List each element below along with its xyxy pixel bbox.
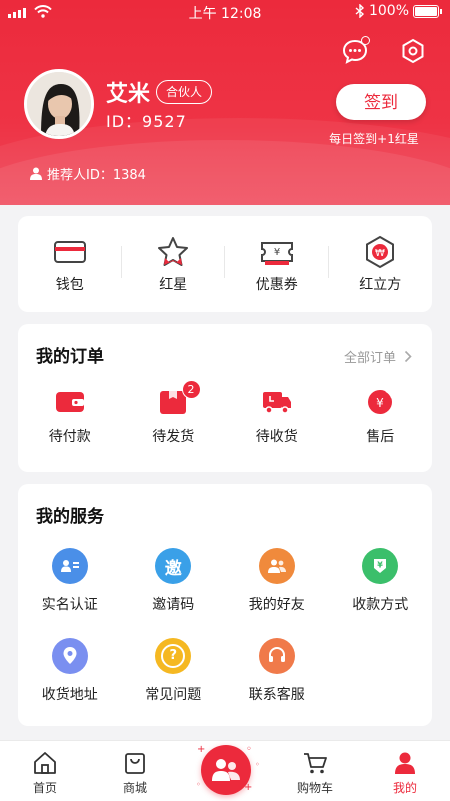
- wallet-pay-icon: [55, 392, 84, 412]
- service-invite-code[interactable]: 邀 邀请码: [122, 548, 226, 614]
- service-label: 收款方式: [352, 597, 409, 613]
- message-button[interactable]: [340, 36, 370, 66]
- svg-text:₩: ₩: [375, 248, 385, 259]
- sparkle-icon: ◦: [255, 760, 260, 769]
- after-sales-icon: ¥: [368, 390, 394, 414]
- user-name: 艾米: [106, 82, 151, 107]
- tab-mine[interactable]: 我的: [360, 741, 450, 801]
- wallet-icon: [53, 241, 86, 263]
- avatar[interactable]: [24, 69, 94, 139]
- checkin-note: 每日签到+1红星: [329, 132, 419, 146]
- battery-percent: 100%: [368, 3, 409, 19]
- tab-label: 商城: [122, 781, 147, 795]
- tab-home[interactable]: 首页: [0, 741, 90, 801]
- user-icon: [395, 752, 415, 774]
- order-pending-receipt[interactable]: 待收货: [225, 388, 329, 446]
- service-real-name[interactable]: 实名认证: [18, 548, 122, 614]
- service-label: 常见问题: [145, 687, 202, 703]
- avatar-photo: [27, 72, 91, 136]
- order-label: 待付款: [48, 429, 91, 445]
- invite-icon: 邀: [155, 548, 192, 584]
- orders-title: 我的订单: [36, 347, 104, 367]
- service-label: 联系客服: [248, 687, 305, 703]
- wallet-item-star[interactable]: 红星: [122, 216, 225, 312]
- shop-bag-icon: [125, 753, 145, 774]
- coupon-icon: ¥: [260, 242, 293, 265]
- order-pending-shipment[interactable]: 2 待发货: [122, 380, 226, 446]
- svg-text:¥: ¥: [274, 247, 280, 258]
- tab-label: 首页: [32, 781, 57, 795]
- service-label: 邀请码: [152, 597, 195, 613]
- coupon-label: 优惠券: [255, 277, 298, 293]
- svg-text:¥: ¥: [377, 561, 383, 570]
- id-card-icon: [51, 548, 88, 584]
- notification-dot: [361, 36, 370, 45]
- settings-button[interactable]: [398, 36, 428, 66]
- wallet-card: 钱包 红星 ¥ 优惠券 ₩ 红立方: [18, 216, 432, 312]
- cube-icon: ₩: [366, 235, 395, 269]
- svg-text:¥: ¥: [376, 396, 384, 410]
- service-address[interactable]: 收货地址: [18, 638, 122, 704]
- location-icon: [51, 638, 88, 674]
- question-icon: ?: [155, 638, 192, 674]
- status-right: 100%: [355, 3, 442, 19]
- referrer-info: 推荐人ID：1384: [30, 164, 146, 183]
- status-bar: 上午 12:08 100%: [0, 0, 450, 24]
- tab-label: 我的: [392, 781, 417, 795]
- order-after-sales[interactable]: ¥ 售后: [329, 388, 433, 446]
- sparkle-icon: ◦: [246, 744, 252, 755]
- tab-label: 购物车: [296, 781, 333, 795]
- friends-center-icon: [212, 759, 240, 781]
- services-title: 我的服务: [36, 507, 104, 527]
- checkin-button[interactable]: 签到: [336, 84, 426, 120]
- service-label: 实名认证: [41, 597, 98, 613]
- cart-icon: [304, 753, 327, 774]
- order-label: 售后: [366, 429, 395, 445]
- friends-icon: [258, 548, 295, 584]
- service-label: 收货地址: [41, 687, 98, 703]
- star-label: 红星: [159, 277, 188, 293]
- user-id: ID：9527: [106, 112, 187, 131]
- all-orders-link[interactable]: 全部订单: [344, 347, 412, 366]
- order-label: 待发货: [152, 429, 195, 445]
- bluetooth-icon: [355, 4, 364, 18]
- service-contact-support[interactable]: 联系客服: [225, 638, 329, 704]
- payment-method-icon: ¥: [362, 548, 399, 584]
- order-label: 待收货: [255, 429, 298, 445]
- wallet-label: 钱包: [55, 277, 84, 293]
- orders-card: 我的订单 全部订单 待付款 2 待发货 待收货 ¥ 售后: [18, 324, 432, 472]
- wallet-item-wallet[interactable]: 钱包: [18, 216, 122, 312]
- role-badge: 合伙人: [156, 80, 213, 104]
- sparkle-icon: ◦: [196, 780, 201, 789]
- settings-hex-icon: [402, 38, 424, 64]
- service-label: 我的好友: [248, 597, 305, 613]
- all-orders-label: 全部订单: [343, 351, 396, 366]
- headset-icon: [258, 638, 295, 674]
- chevron-right-icon: [404, 350, 412, 363]
- cube-label: 红立方: [359, 277, 402, 293]
- wallet-item-coupon[interactable]: ¥ 优惠券: [225, 216, 329, 312]
- service-friends[interactable]: 我的好友: [225, 548, 329, 614]
- order-pending-payment[interactable]: 待付款: [18, 388, 122, 446]
- tab-cart[interactable]: 购物车: [270, 741, 360, 801]
- order-badge: 2: [181, 380, 201, 399]
- service-payment-method[interactable]: ¥ 收款方式: [329, 548, 433, 614]
- truck-icon: [262, 392, 291, 414]
- sparkle-icon: +: [197, 744, 206, 755]
- wallet-item-cube[interactable]: ₩ 红立方: [329, 216, 433, 312]
- person-icon: [30, 167, 42, 180]
- battery-icon: [413, 4, 439, 18]
- services-card: 我的服务 实名认证 邀 邀请码 我的好友 ¥ 收款方式 收货地址 ? 常见问题 …: [18, 484, 432, 726]
- referrer-text: 推荐人ID：1384: [47, 168, 146, 183]
- service-faq[interactable]: ? 常见问题: [122, 638, 226, 704]
- sparkle-icon: +: [244, 782, 253, 793]
- tab-shop[interactable]: 商城: [90, 741, 180, 801]
- home-icon: [34, 752, 56, 774]
- star-icon: [158, 237, 189, 266]
